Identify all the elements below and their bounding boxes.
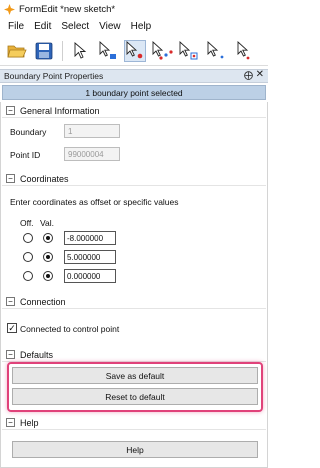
z-coordinate-input[interactable]: 0.000000: [64, 269, 116, 283]
window-title: FormEdit *new sketch*: [19, 3, 116, 15]
section-help-header[interactable]: − Help: [2, 416, 266, 430]
selection-status-text: 1 boundary point selected: [85, 87, 183, 98]
y-value-radio[interactable]: [43, 252, 53, 262]
collapse-toggle-icon[interactable]: −: [6, 106, 15, 115]
cursor-point-icon: [126, 40, 143, 58]
offset-column-label: Off.: [20, 218, 34, 228]
y-coordinate-input[interactable]: 5.000000: [64, 250, 116, 264]
folder-open-icon: [7, 45, 27, 57]
select-region-tool-button[interactable]: [178, 40, 200, 62]
collapse-toggle-icon[interactable]: −: [6, 297, 15, 306]
section-connection-title: Connection: [20, 296, 66, 307]
save-as-default-button[interactable]: Save as default: [12, 367, 258, 384]
cursor-arrow-icon: [74, 41, 87, 59]
select-control-tool-button[interactable]: [232, 40, 254, 62]
connected-label: Connected to control point: [20, 324, 120, 334]
menu-select[interactable]: Select: [56, 21, 94, 32]
x-coordinate-input[interactable]: -8.000000: [64, 231, 116, 245]
section-coordinates-title: Coordinates: [20, 173, 69, 184]
boundary-field: 1: [64, 124, 120, 138]
x-value-radio[interactable]: [43, 233, 53, 243]
cursor-boundary-icon: [99, 40, 116, 59]
connected-checkbox[interactable]: ✓: [7, 323, 17, 333]
toolbar: [0, 36, 268, 66]
selection-status-bar: 1 boundary point selected: [2, 85, 266, 100]
select-tool-button[interactable]: [70, 40, 92, 62]
pin-icon[interactable]: ⨁: [244, 70, 253, 81]
z-value-radio[interactable]: [43, 271, 53, 281]
point-id-label: Point ID: [10, 150, 41, 160]
select-edge-tool-button[interactable]: [205, 40, 227, 62]
help-button[interactable]: Help: [12, 441, 258, 458]
section-general-title: General Information: [20, 105, 100, 116]
toolbar-separator: [62, 40, 63, 61]
close-icon[interactable]: ✕: [256, 69, 264, 80]
section-help-title: Help: [20, 417, 39, 428]
cursor-control-icon: [237, 40, 250, 59]
cursor-edge-icon: [207, 40, 224, 58]
y-offset-radio[interactable]: [23, 252, 33, 262]
menu-help[interactable]: Help: [126, 21, 157, 32]
cursor-multi-point-icon: [152, 40, 173, 60]
select-boundary-tool-button[interactable]: [97, 40, 119, 62]
open-folder-button[interactable]: [6, 40, 28, 62]
z-offset-radio[interactable]: [23, 271, 33, 281]
panel-title: Boundary Point Properties: [4, 71, 104, 81]
value-column-label: Val.: [40, 218, 55, 228]
point-id-field: 99000004: [64, 147, 120, 161]
app-logo-icon: [4, 3, 15, 15]
collapse-toggle-icon[interactable]: −: [6, 418, 15, 427]
menu-file[interactable]: File: [3, 21, 29, 32]
section-connection-header[interactable]: − Connection: [2, 295, 266, 309]
section-defaults-title: Defaults: [20, 349, 54, 360]
x-offset-radio[interactable]: [23, 233, 33, 243]
boundary-label: Boundary: [10, 127, 47, 137]
menu-bar: File Edit Select View Help: [0, 18, 268, 34]
section-coordinates-header[interactable]: − Coordinates: [2, 172, 266, 186]
section-defaults-header[interactable]: − Defaults: [2, 348, 266, 362]
reset-to-default-button[interactable]: Reset to default: [12, 388, 258, 405]
select-point-tool-button[interactable]: [124, 39, 146, 62]
menu-edit[interactable]: Edit: [29, 21, 56, 32]
cursor-region-icon: [179, 40, 198, 59]
save-button[interactable]: [33, 40, 55, 62]
collapse-toggle-icon[interactable]: −: [6, 350, 15, 359]
section-general-header[interactable]: − General Information: [2, 104, 266, 118]
select-points-tool-button[interactable]: [151, 40, 173, 62]
panel-header: Boundary Point Properties ⨁ ✕: [0, 69, 268, 83]
menu-view[interactable]: View: [94, 21, 126, 32]
coordinates-hint: Enter coordinates as offset or specific …: [10, 197, 179, 207]
floppy-disk-icon: [35, 42, 53, 59]
window-titlebar: FormEdit *new sketch*: [0, 0, 268, 18]
collapse-toggle-icon[interactable]: −: [6, 174, 15, 183]
